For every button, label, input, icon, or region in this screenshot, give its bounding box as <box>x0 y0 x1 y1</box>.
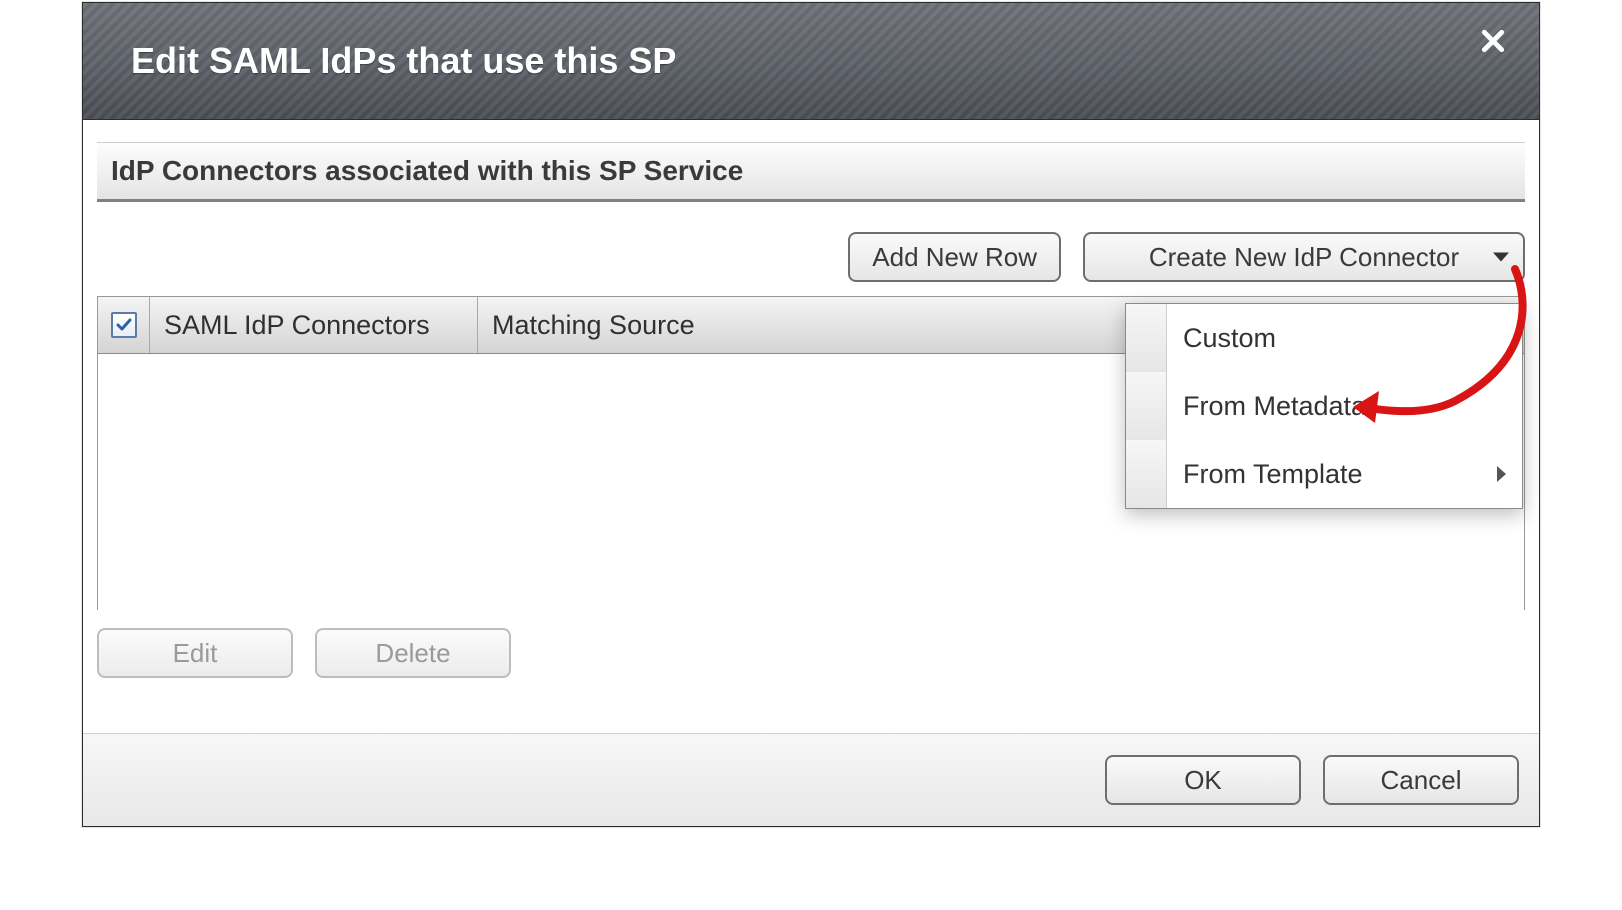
caret-down-icon <box>1493 253 1509 262</box>
dropdown-gutter <box>1126 304 1167 372</box>
dialog-title: Edit SAML IdPs that use this SP <box>131 40 676 82</box>
dropdown-gutter <box>1126 440 1167 508</box>
create-connector-dropdown: Custom From Metadata From Template <box>1125 303 1523 509</box>
edit-button[interactable]: Edit <box>97 628 293 678</box>
table-toolbar: Add New Row Create New IdP Connector <box>83 202 1539 290</box>
dialog-titlebar: Edit SAML IdPs that use this SP <box>83 3 1539 120</box>
dropdown-item-from-template[interactable]: From Template <box>1126 440 1522 508</box>
select-all-cell[interactable] <box>98 297 150 353</box>
add-new-row-button[interactable]: Add New Row <box>848 232 1061 282</box>
dropdown-label: From Metadata <box>1167 372 1522 440</box>
section-header-text: IdP Connectors associated with this SP S… <box>111 155 743 187</box>
create-connector-label: Create New IdP Connector <box>1149 242 1459 273</box>
dropdown-gutter <box>1126 372 1167 440</box>
section-header: IdP Connectors associated with this SP S… <box>97 142 1525 202</box>
dropdown-label: Custom <box>1167 304 1522 372</box>
ok-button[interactable]: OK <box>1105 755 1301 805</box>
column-header-connectors[interactable]: SAML IdP Connectors <box>150 297 478 353</box>
dropdown-item-from-metadata[interactable]: From Metadata <box>1126 372 1522 440</box>
select-all-checkbox[interactable] <box>111 312 137 338</box>
create-new-idp-connector-button[interactable]: Create New IdP Connector <box>1083 232 1525 282</box>
dialog-footer: OK Cancel <box>83 733 1539 826</box>
close-icon[interactable] <box>1473 21 1513 61</box>
dropdown-item-custom[interactable]: Custom <box>1126 304 1522 372</box>
cancel-button[interactable]: Cancel <box>1323 755 1519 805</box>
delete-button[interactable]: Delete <box>315 628 511 678</box>
dialog: Edit SAML IdPs that use this SP IdP Conn… <box>82 2 1540 827</box>
chevron-right-icon <box>1497 466 1506 482</box>
row-actions: Edit Delete <box>83 610 1539 678</box>
dropdown-label: From Template <box>1167 440 1497 508</box>
